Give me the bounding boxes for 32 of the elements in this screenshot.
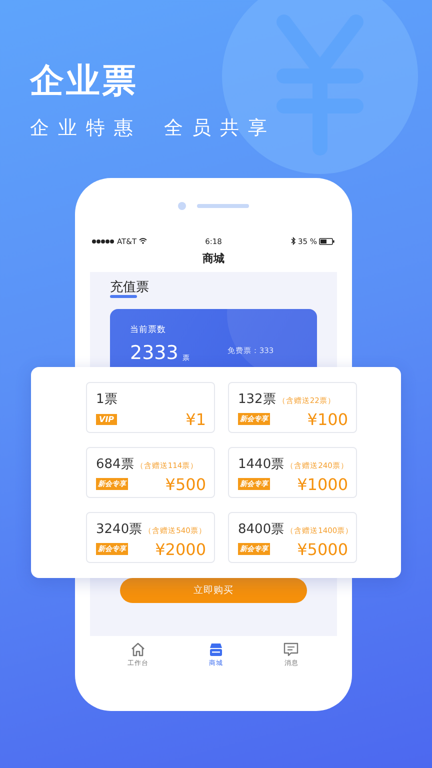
signal-icon — [92, 238, 115, 244]
promo-subtitle: 全员共享 — [164, 116, 276, 141]
ticket-count: 3240票 — [96, 521, 142, 538]
package-price: ¥100 — [307, 410, 348, 429]
speaker-grille — [197, 204, 249, 208]
ticket-count: 684票 — [96, 456, 134, 473]
ticket-count: 1440票 — [238, 456, 284, 473]
title-underline — [110, 295, 137, 298]
battery-icon — [319, 238, 335, 244]
home-icon — [130, 642, 146, 657]
package-price: ¥2000 — [155, 540, 206, 559]
ticket-count: 1票 — [96, 391, 118, 408]
message-icon — [283, 642, 300, 657]
balance-label: 当前票数 — [130, 324, 167, 336]
wifi-icon — [138, 238, 147, 244]
package-price: ¥500 — [165, 475, 206, 494]
ticket-count: 132票 — [238, 391, 276, 408]
page-title: 商城 — [202, 251, 224, 267]
ticket-balance: 2333 — [130, 342, 178, 364]
camera-dot — [178, 202, 186, 210]
ticket-count: 8400票 — [238, 521, 284, 538]
package-price: ¥5000 — [297, 540, 348, 559]
yen-coin-icon — [222, 0, 418, 174]
package-price: ¥1 — [186, 410, 206, 429]
store-icon — [208, 642, 224, 657]
offer-badge: VIP — [96, 414, 118, 425]
package-card[interactable]: 1票 VIP ¥1 — [86, 382, 215, 433]
promo-subtitle: 企业特惠 — [30, 116, 142, 141]
bluetooth-icon — [290, 237, 296, 245]
package-price: ¥1000 — [297, 475, 348, 494]
section-title: 充值票 — [110, 280, 149, 295]
promo-title: 企业票 — [30, 60, 139, 103]
